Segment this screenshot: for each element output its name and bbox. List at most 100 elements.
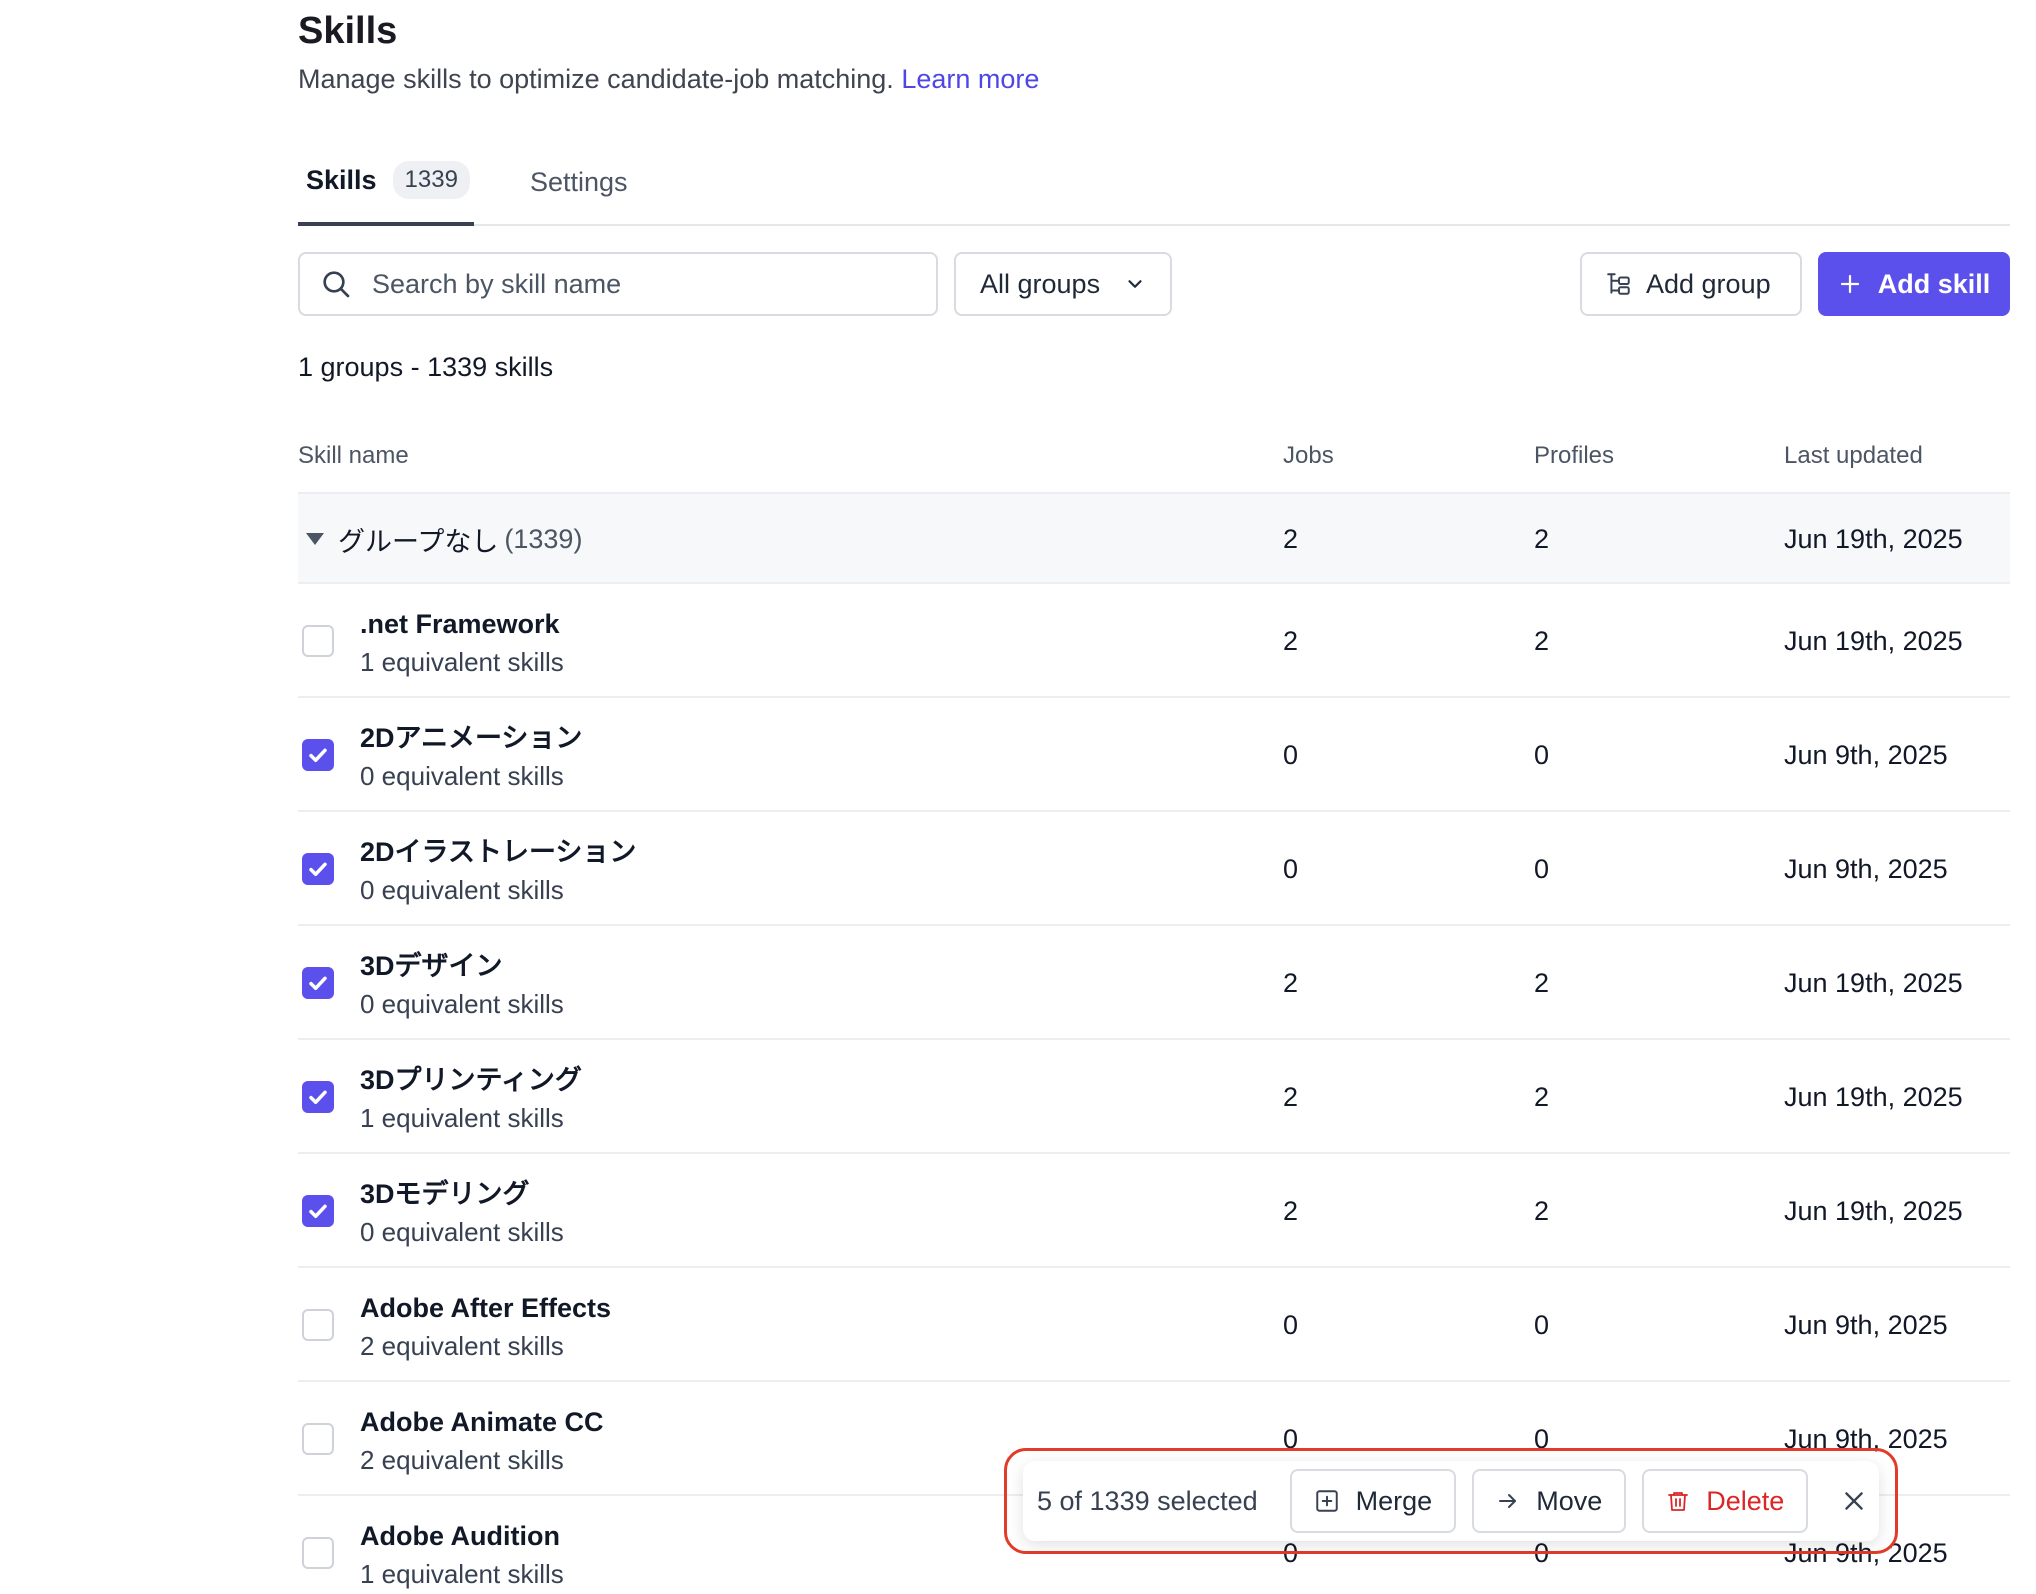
search-box[interactable] (298, 252, 938, 316)
group-filter-dropdown[interactable]: All groups (954, 252, 1172, 316)
delete-button[interactable]: Delete (1642, 1469, 1809, 1533)
row-checkbox[interactable] (302, 1537, 334, 1569)
last-updated: Jun 19th, 2025 (1784, 967, 1963, 998)
profiles-count: 2 (1534, 1195, 1550, 1226)
search-input[interactable] (372, 268, 912, 300)
close-selection-button[interactable] (1834, 1481, 1874, 1521)
move-button[interactable]: Move (1472, 1469, 1627, 1533)
skill-name[interactable]: Adobe Animate CC (360, 1404, 604, 1440)
selection-bar-highlight: 5 of 1339 selected Merge Move Delete (1004, 1448, 1898, 1554)
row-checkbox[interactable] (302, 739, 334, 771)
skill-name[interactable]: 2Dアニメーション (360, 720, 582, 756)
last-updated: Jun 9th, 2025 (1784, 1309, 1948, 1340)
tab-settings[interactable]: Settings (530, 138, 628, 226)
check-icon (309, 862, 327, 876)
subtitle-text: Manage skills to optimize candidate-job … (298, 64, 894, 94)
jobs-count: 2 (1283, 625, 1299, 656)
profiles-count: 2 (1534, 967, 1550, 998)
table-row[interactable]: 2Dイラストレーション 0 equivalent skills 0 0 Jun 9th,… (298, 812, 2010, 926)
last-updated: Jun 9th, 2025 (1784, 739, 1948, 770)
table-row[interactable]: Adobe After Effects 2 equivalent skills 0 0… (298, 1268, 2010, 1382)
skill-name[interactable]: Adobe Audition (360, 1518, 564, 1554)
chevron-down-icon (1128, 280, 1142, 288)
profiles-count: 2 (1534, 1081, 1550, 1112)
table-row[interactable]: 2Dアニメーション 0 equivalent skills 0 0 Jun 9th, 2… (298, 698, 2010, 812)
skill-name[interactable]: .net Framework (360, 606, 564, 642)
row-checkbox[interactable] (302, 1081, 334, 1113)
skill-cell: 3Dプリンティング 1 equivalent skills (360, 1062, 582, 1138)
plus-icon (1840, 274, 1859, 294)
group-jobs: 2 (1283, 523, 1299, 554)
selection-count: 5 of 1339 selected (1037, 1485, 1258, 1516)
column-header-skill-name[interactable]: Skill name (298, 442, 409, 470)
caret-down-icon[interactable] (306, 533, 324, 545)
jobs-count: 0 (1283, 1309, 1299, 1340)
group-filter-value: All groups (980, 268, 1101, 299)
skill-cell: 2Dイラストレーション 0 equivalent skills (360, 834, 636, 910)
tab-skills[interactable]: Skills 1339 (298, 138, 474, 226)
equivalent-skills-count: 2 equivalent skills (360, 1331, 564, 1361)
equivalent-skills-count: 1 equivalent skills (360, 647, 564, 677)
row-checkbox[interactable] (302, 853, 334, 885)
merge-icon (1315, 1490, 1338, 1512)
add-group-button[interactable]: Add group (1580, 252, 1802, 316)
tab-skills-label: Skills (306, 164, 377, 195)
row-checkbox[interactable] (302, 967, 334, 999)
equivalent-skills-count: 0 equivalent skills (360, 761, 564, 791)
jobs-count: 2 (1283, 967, 1299, 998)
skill-name[interactable]: Adobe After Effects (360, 1290, 611, 1326)
group-profiles: 2 (1534, 523, 1550, 554)
jobs-count: 2 (1283, 1081, 1299, 1112)
check-icon (309, 976, 327, 990)
group-count: (1339) (504, 523, 583, 554)
row-checkbox[interactable] (302, 1195, 334, 1227)
last-updated: Jun 19th, 2025 (1784, 1081, 1963, 1112)
learn-more-link[interactable]: Learn more (901, 64, 1039, 94)
equivalent-skills-count: 2 equivalent skills (360, 1445, 564, 1475)
skills-summary: 1 groups - 1339 skills (298, 352, 554, 382)
jobs-count: 2 (1283, 1195, 1299, 1226)
skill-rows: .net Framework 1 equivalent skills 2 2 Jun 1… (298, 584, 2010, 1594)
skill-name[interactable]: 3Dモデリング (360, 1176, 564, 1212)
skill-name[interactable]: 3Dプリンティング (360, 1062, 582, 1098)
last-updated: Jun 19th, 2025 (1784, 1195, 1963, 1226)
column-header-profiles[interactable]: Profiles (1534, 442, 1614, 470)
equivalent-skills-count: 1 equivalent skills (360, 1559, 564, 1589)
search-icon (323, 271, 350, 298)
table-row[interactable]: 3Dデザイン 0 equivalent skills 2 2 Jun 19th, 202… (298, 926, 2010, 1040)
jobs-count: 0 (1283, 739, 1299, 770)
merge-button[interactable]: Merge (1289, 1469, 1457, 1533)
profiles-count: 0 (1534, 739, 1550, 770)
table-row[interactable]: 3Dモデリング 0 equivalent skills 2 2 Jun 19th, 20… (298, 1154, 2010, 1268)
row-checkbox[interactable] (302, 625, 334, 657)
check-icon (309, 748, 327, 762)
skill-name[interactable]: 3Dデザイン (360, 948, 564, 984)
add-group-label: Add group (1646, 268, 1771, 299)
add-skill-label: Add skill (1877, 268, 1991, 299)
skill-cell: 3Dデザイン 0 equivalent skills (360, 948, 564, 1024)
skills-page: Skills Manage skills to optimize candida… (298, 0, 2010, 1594)
table-row[interactable]: 3Dプリンティング 1 equivalent skills 2 2 Jun 19th, … (298, 1040, 2010, 1154)
add-skill-button[interactable]: Add skill (1818, 252, 2010, 316)
row-checkbox[interactable] (302, 1309, 334, 1341)
last-updated: Jun 9th, 2025 (1784, 853, 1948, 884)
column-header-last-updated[interactable]: Last updated (1784, 442, 1923, 470)
group-row[interactable]: グループなし (1339) 2 2 Jun 19th, 2025 (298, 494, 2010, 584)
table-header: Skill name Jobs Profiles Last updated (298, 424, 2010, 494)
column-header-jobs[interactable]: Jobs (1283, 442, 1334, 470)
skill-cell: .net Framework 1 equivalent skills (360, 606, 564, 682)
skill-cell: Adobe Animate CC 2 equivalent skills (360, 1404, 604, 1480)
equivalent-skills-count: 0 equivalent skills (360, 875, 564, 905)
last-updated: Jun 19th, 2025 (1784, 625, 1963, 656)
check-icon (309, 1204, 327, 1218)
equivalent-skills-count: 0 equivalent skills (360, 989, 564, 1019)
equivalent-skills-count: 0 equivalent skills (360, 1217, 564, 1247)
row-checkbox[interactable] (302, 1423, 334, 1455)
trash-icon (1668, 1492, 1689, 1511)
merge-label: Merge (1355, 1485, 1433, 1516)
table-row[interactable]: .net Framework 1 equivalent skills 2 2 Jun 1… (298, 584, 2010, 698)
close-icon (1845, 1492, 1864, 1510)
selection-action-bar: 5 of 1339 selected Merge Move Delete (1023, 1461, 1879, 1541)
skill-name[interactable]: 2Dイラストレーション (360, 834, 636, 870)
profiles-count: 2 (1534, 625, 1550, 656)
